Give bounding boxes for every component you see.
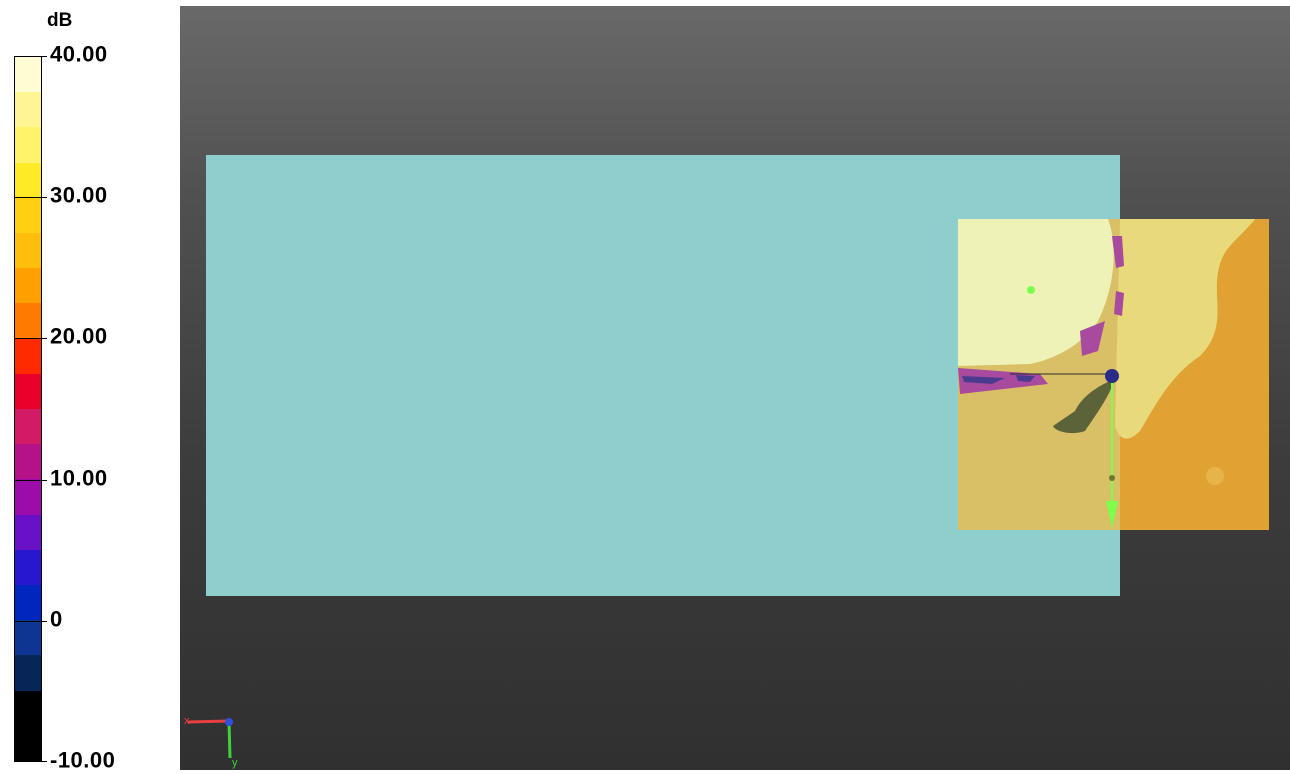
z-axis-point bbox=[225, 718, 233, 726]
legend-tick-line bbox=[14, 620, 47, 622]
legend-tick-line bbox=[14, 338, 47, 340]
sound-field-panel[interactable] bbox=[958, 219, 1269, 530]
color-swatch bbox=[15, 57, 41, 93]
legend-tick-line bbox=[14, 197, 47, 199]
color-swatch bbox=[15, 409, 41, 445]
color-swatch bbox=[15, 127, 41, 163]
color-swatch bbox=[15, 162, 41, 198]
legend-tick-line bbox=[14, 56, 47, 57]
color-swatch bbox=[15, 268, 41, 304]
color-swatch bbox=[15, 233, 41, 269]
legend-tick-label: 40.00 bbox=[50, 41, 108, 67]
x-axis-line bbox=[187, 719, 230, 724]
x-axis-label: x bbox=[184, 715, 190, 727]
color-swatch bbox=[15, 514, 41, 550]
legend-tick-label: 10.00 bbox=[50, 465, 108, 491]
color-swatch bbox=[15, 620, 41, 656]
legend-tick-label: 0 bbox=[50, 606, 63, 632]
source-marker bbox=[1105, 369, 1119, 383]
color-swatch bbox=[15, 338, 41, 374]
receiver-marker bbox=[1027, 286, 1035, 294]
color-swatch bbox=[15, 585, 41, 621]
color-swatch bbox=[15, 92, 41, 128]
color-swatch bbox=[15, 303, 41, 339]
3d-viewport[interactable]: x y bbox=[180, 6, 1290, 770]
field-spot bbox=[1206, 467, 1224, 485]
color-swatch bbox=[15, 549, 41, 586]
color-swatch bbox=[15, 725, 41, 762]
legend-tick-label: 30.00 bbox=[50, 182, 108, 208]
color-swatch bbox=[15, 655, 41, 691]
scene-canvas[interactable]: x y bbox=[180, 6, 1290, 770]
legend-tick-label: 20.00 bbox=[50, 324, 108, 350]
color-swatch bbox=[15, 197, 41, 234]
color-swatch bbox=[15, 373, 41, 410]
axis-triad: x y bbox=[184, 715, 238, 769]
color-legend: dB 40.00 30.00 20.00 10.00 0 -10.00 bbox=[0, 0, 180, 773]
source-axis-node bbox=[1109, 475, 1115, 481]
legend-tick-line bbox=[14, 479, 47, 481]
legend-tick-line bbox=[14, 761, 47, 762]
color-swatch bbox=[15, 444, 41, 480]
y-axis-label: y bbox=[232, 757, 238, 769]
color-scale-bar bbox=[14, 56, 42, 762]
color-swatch bbox=[15, 690, 41, 726]
legend-unit-label: dB bbox=[47, 10, 73, 31]
y-axis-line bbox=[227, 721, 232, 759]
color-swatch bbox=[15, 479, 41, 515]
